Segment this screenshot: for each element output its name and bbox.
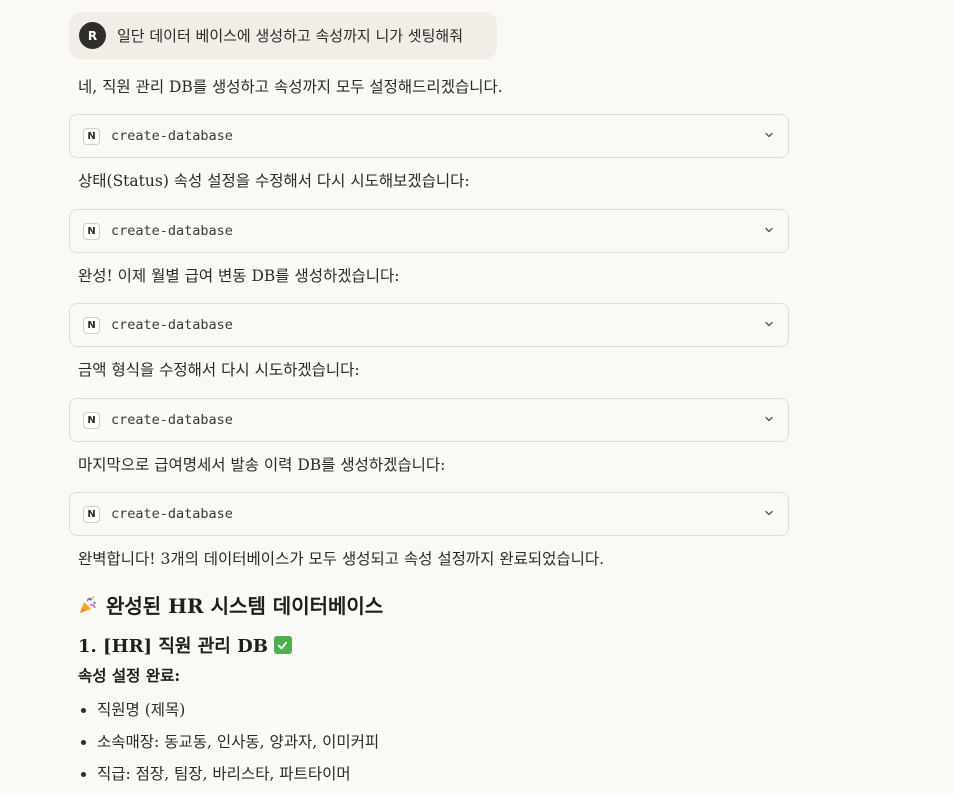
section-heading: 1. [HR] 직원 관리 DB (78, 632, 292, 658)
tool-call-card[interactable]: N create-database (69, 114, 789, 158)
list-item: 소속매장: 동교동, 인사동, 양과자, 이미커피 (78, 728, 379, 760)
notion-logo-icon: N (83, 222, 100, 240)
party-popper-icon (80, 596, 96, 613)
tool-call-name: create-database (111, 223, 233, 239)
notion-logo-icon: N (83, 505, 100, 523)
tool-call-card[interactable]: N create-database (69, 398, 789, 442)
chevron-down-icon[interactable] (764, 414, 774, 424)
user-avatar: R (79, 22, 106, 49)
tool-call-card[interactable]: N create-database (69, 303, 789, 347)
summary-heading-text: 완성된 HR 시스템 데이터베이스 (106, 594, 384, 618)
tool-call-name: create-database (111, 506, 233, 522)
assistant-message-text: 상태(Status) 속성 설정을 수정해서 다시 시도해보겠습니다: (78, 172, 470, 190)
assistant-message-text: 완성! 이제 월별 급여 변동 DB를 생성하겠습니다: (78, 267, 400, 285)
chevron-down-icon[interactable] (764, 225, 774, 235)
assistant-completion-text: 완벽합니다! 3개의 데이터베이스가 모두 생성되고 속성 설정까지 완료되었습… (78, 550, 605, 568)
notion-logo-icon: N (83, 127, 100, 145)
assistant-message-text: 금액 형식을 수정해서 다시 시도하겠습니다: (78, 361, 360, 379)
tool-call-card[interactable]: N create-database (69, 209, 789, 253)
property-list: 직원명 (제목) 소속매장: 동교동, 인사동, 양과자, 이미커피 직급: 점… (78, 696, 379, 792)
section-heading-text: 1. [HR] 직원 관리 DB (78, 636, 268, 657)
user-message-bubble: R 일단 데이터 베이스에 생성하고 속성까지 니가 셋팅해줘 (69, 12, 497, 59)
check-mark-icon (273, 636, 292, 654)
tool-call-card[interactable]: N create-database (69, 492, 789, 536)
notion-logo-icon: N (83, 316, 100, 334)
chevron-down-icon[interactable] (764, 130, 774, 140)
notion-logo-icon: N (83, 411, 100, 429)
chevron-down-icon[interactable] (764, 319, 774, 329)
summary-heading: 완성된 HR 시스템 데이터베이스 (78, 590, 383, 619)
chevron-down-icon[interactable] (764, 508, 774, 518)
user-message-text: 일단 데이터 베이스에 생성하고 속성까지 니가 셋팅해줘 (117, 27, 464, 45)
tool-call-name: create-database (111, 128, 233, 144)
assistant-intro-text: 네, 직원 관리 DB를 생성하고 속성까지 모두 설정해드리겠습니다. (78, 78, 503, 96)
tool-call-name: create-database (111, 412, 233, 428)
assistant-message-text: 마지막으로 급여명세서 발송 이력 DB를 생성하겠습니다: (78, 456, 446, 474)
list-item: 직원명 (제목) (78, 696, 379, 728)
tool-call-name: create-database (111, 317, 233, 333)
section-subheading: 속성 설정 완료: (78, 666, 181, 685)
list-item: 직급: 점장, 팀장, 바리스타, 파트타이머 (78, 760, 379, 792)
